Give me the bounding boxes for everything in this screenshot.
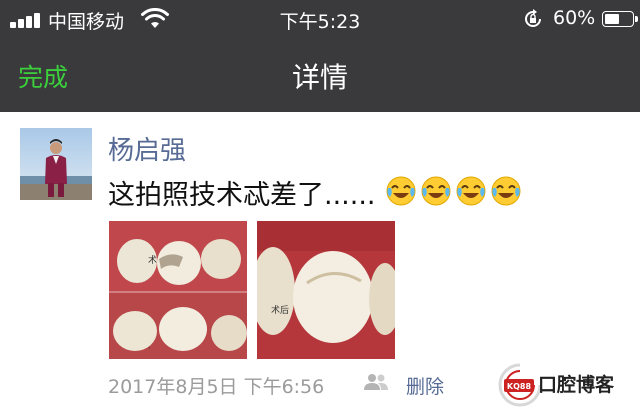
- crying-laughing-emoji-icon: [491, 176, 521, 206]
- watermark-logo: KQ88 口腔博客: [498, 362, 638, 408]
- crying-laughing-emoji-icon: [421, 176, 451, 206]
- nav-bar: 完成 详情: [0, 38, 640, 112]
- rotation-lock-icon: [525, 9, 541, 27]
- photo-overlay-text: 术后: [271, 304, 289, 316]
- teeth-photo-1[interactable]: 术 ·: [109, 221, 247, 359]
- battery-percent: 60%: [553, 7, 596, 29]
- battery-fill: [605, 14, 619, 24]
- clock: 下午5:23: [279, 11, 361, 33]
- battery-icon: [602, 11, 638, 27]
- post-text: 这拍照技术忒差了......: [108, 180, 376, 211]
- username-link[interactable]: 杨启强: [108, 130, 186, 167]
- crying-laughing-emoji-icon: [456, 176, 486, 206]
- crying-laughing-emoji-icon: [386, 176, 416, 206]
- watermark-badge: KQ88: [507, 382, 532, 391]
- avatar[interactable]: [20, 128, 92, 200]
- friends-icon: [364, 374, 388, 390]
- page-title: 详情: [291, 61, 348, 94]
- status-bar: 中国移动 下午5:23 60%: [0, 0, 640, 38]
- post-timestamp: 2017年8月5日 下午6:56: [108, 376, 325, 398]
- photo-overlay-text: 术: [148, 254, 157, 266]
- teeth-photo-2[interactable]: 术后: [257, 221, 395, 359]
- watermark-text: 口腔博客: [538, 374, 615, 396]
- delete-link[interactable]: 删除: [406, 372, 444, 399]
- svg-text:·: ·: [148, 344, 151, 354]
